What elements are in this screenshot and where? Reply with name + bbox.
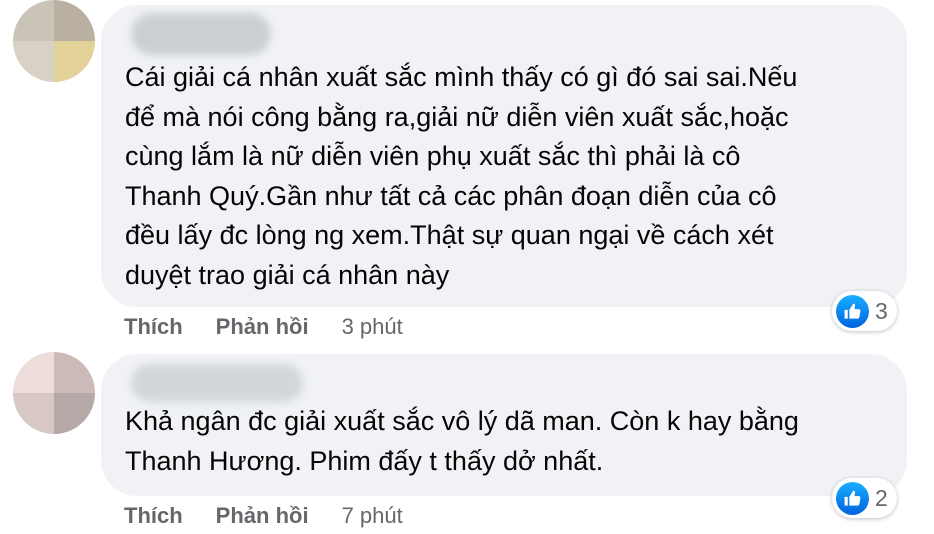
- reply-button[interactable]: Phản hồi: [216, 501, 309, 531]
- avatar-tile: [13, 41, 54, 82]
- reaction-summary[interactable]: 3: [832, 291, 897, 331]
- like-icon: [836, 294, 869, 328]
- comment-bubble: Cái giải cá nhân xuất sắc mình thấy có g…: [101, 5, 907, 307]
- thumbs-up-icon: [844, 303, 861, 319]
- like-button[interactable]: Thích: [124, 501, 183, 531]
- reply-button[interactable]: Phản hồi: [216, 312, 309, 342]
- comment-actions: Thích Phản hồi 7 phút: [124, 501, 403, 531]
- reaction-count: 2: [875, 484, 888, 511]
- avatar[interactable]: [13, 352, 95, 434]
- avatar-tile: [13, 393, 54, 434]
- comment-timestamp[interactable]: 3 phút: [342, 312, 403, 342]
- like-icon: [836, 481, 869, 515]
- comment-timestamp[interactable]: 7 phút: [342, 501, 403, 531]
- reaction-count: 3: [875, 297, 888, 324]
- avatar-tile: [54, 393, 95, 434]
- comment-text: Cái giải cá nhân xuất sắc mình thấy có g…: [125, 62, 798, 290]
- author-name-redacted[interactable]: [131, 364, 303, 402]
- avatar[interactable]: [13, 0, 95, 82]
- thumbs-up-icon: [844, 490, 861, 506]
- avatar-tile: [54, 352, 95, 393]
- reaction-summary[interactable]: 2: [832, 478, 897, 518]
- comment-actions: Thích Phản hồi 3 phút: [124, 312, 403, 342]
- author-name-redacted[interactable]: [131, 13, 271, 55]
- avatar-tile: [13, 352, 54, 393]
- comment-text: Khả ngân đc giải xuất sắc vô lý dã man. …: [125, 406, 799, 476]
- comment-bubble: Khả ngân đc giải xuất sắc vô lý dã man. …: [101, 354, 907, 496]
- like-button[interactable]: Thích: [124, 312, 183, 342]
- avatar-tile: [13, 0, 54, 41]
- avatar-tile: [54, 41, 95, 82]
- avatar-tile: [54, 0, 95, 41]
